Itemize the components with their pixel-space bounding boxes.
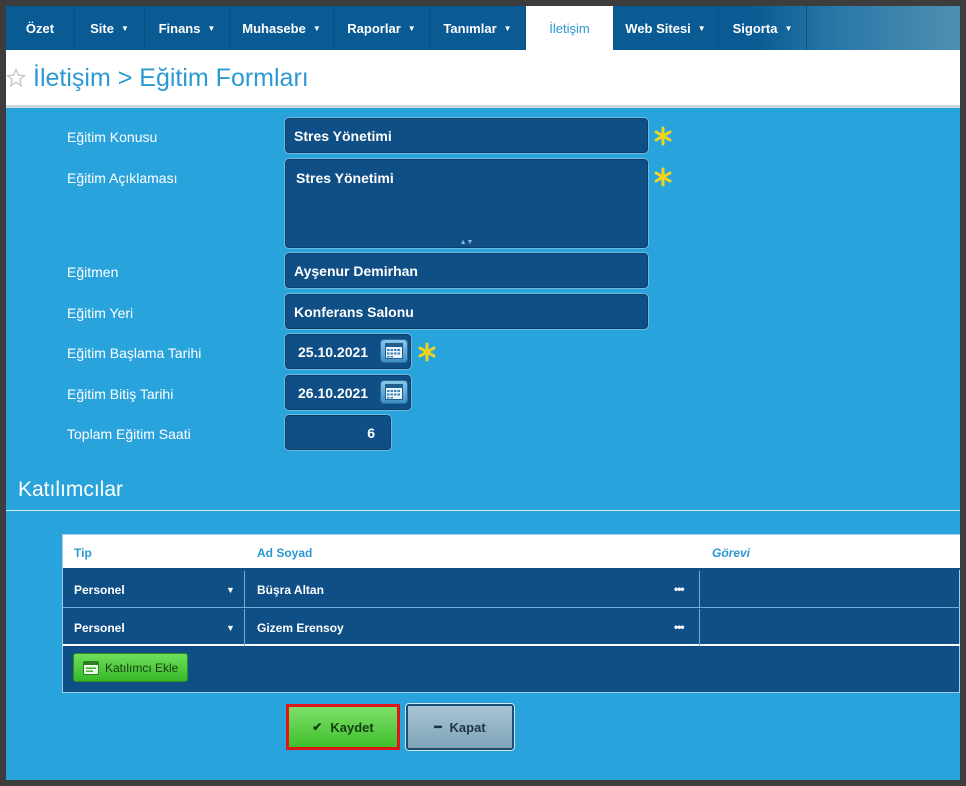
chevron-down-icon: ▼	[407, 23, 416, 33]
saat-label: Toplam Eğitim Saati	[67, 426, 191, 442]
participants-grid: Tip Ad Soyad Görevi Personel ▼ Büşra Alt…	[62, 534, 960, 693]
required-asterisk-icon	[418, 342, 436, 362]
ad-soyad-cell[interactable]: Gizem Erensoy	[257, 609, 657, 646]
nav-item-muhasebe[interactable]: Muhasebe ▼	[230, 6, 334, 50]
chevron-down-icon[interactable]: ▼	[226, 585, 235, 595]
more-options-icon[interactable]: •••	[674, 582, 685, 596]
nav-item-raporlar[interactable]: Raporlar ▼	[334, 6, 430, 50]
chevron-down-icon: ▼	[120, 23, 129, 33]
aciklama-textarea[interactable]: Stres Yönetimi ▲▼	[284, 158, 649, 249]
nav-item-iletisim[interactable]: İletişim	[526, 6, 613, 50]
nav-item-ozet[interactable]: Özet	[6, 6, 75, 50]
egitmen-label: Eğitmen	[67, 264, 119, 280]
title-bar: İletişim > Eğitim Formları	[6, 50, 960, 108]
chevron-down-icon: ▼	[503, 23, 512, 33]
section-title: Katılımcılar	[18, 478, 124, 501]
grid-header: Tip Ad Soyad Görevi	[63, 535, 960, 570]
nav-item-finans[interactable]: Finans ▼	[145, 6, 230, 50]
required-asterisk-icon	[654, 126, 672, 146]
nav-item-web-sitesi[interactable]: Web Sitesi ▼	[613, 6, 719, 50]
ad-soyad-cell[interactable]: Büşra Altan	[257, 571, 657, 608]
add-card-icon	[83, 660, 99, 675]
chevron-down-icon[interactable]: ▼	[226, 623, 235, 633]
add-participant-button[interactable]: Katılımcı Ekle	[73, 653, 188, 682]
tip-select[interactable]: Personel	[74, 609, 234, 646]
table-row: Personel ▼ Büşra Altan •••	[63, 571, 960, 608]
chevron-down-icon: ▼	[207, 23, 216, 33]
more-options-icon[interactable]: •••	[674, 620, 685, 634]
calendar-button[interactable]	[380, 339, 408, 363]
save-button[interactable]: ✔ Kaydet	[286, 704, 400, 750]
app-window: Özet Site ▼ Finans ▼ Muhasebe ▼ Raporlar ▼ T…	[6, 6, 960, 780]
resize-grip-icon[interactable]: ▲▼	[460, 239, 474, 246]
column-header-gorevi[interactable]: Görevi	[712, 546, 750, 560]
chevron-down-icon: ▼	[784, 23, 793, 33]
baslama-label: Eğitim Başlama Tarihi	[67, 345, 202, 361]
star-icon[interactable]	[6, 68, 26, 88]
nav-item-tanimlar[interactable]: Tanımlar ▼	[430, 6, 526, 50]
chevron-down-icon: ▼	[697, 23, 706, 33]
calendar-icon	[385, 343, 403, 359]
close-button[interactable]: ━ Kapat	[406, 704, 514, 750]
tip-select[interactable]: Personel	[74, 571, 234, 608]
top-navigation: Özet Site ▼ Finans ▼ Muhasebe ▼ Raporlar ▼ T…	[6, 6, 960, 50]
saat-input[interactable]: 6	[284, 414, 392, 451]
column-header-ad-soyad[interactable]: Ad Soyad	[257, 546, 312, 560]
nav-item-sigorta[interactable]: Sigorta ▼	[719, 6, 807, 50]
konu-input[interactable]: Stres Yönetimi	[284, 117, 649, 154]
egitmen-input[interactable]: Ayşenur Demirhan	[284, 252, 649, 289]
minus-icon: ━	[434, 720, 442, 734]
gorevi-cell[interactable]	[712, 571, 952, 608]
nav-item-site[interactable]: Site ▼	[75, 6, 145, 50]
yer-input[interactable]: Konferans Salonu	[284, 293, 649, 330]
checkmark-icon: ✔	[312, 720, 323, 734]
bitis-label: Eğitim Bitiş Tarihi	[67, 386, 174, 402]
calendar-button[interactable]	[380, 380, 408, 404]
yer-label: Eğitim Yeri	[67, 305, 134, 321]
gorevi-cell[interactable]	[712, 609, 952, 646]
page-title: İletişim > Eğitim Formları	[33, 64, 309, 92]
chevron-down-icon: ▼	[312, 23, 321, 33]
aciklama-label: Eğitim Açıklaması	[67, 170, 178, 186]
table-row: Personel ▼ Gizem Erensoy •••	[63, 609, 960, 646]
calendar-icon	[385, 384, 403, 400]
konu-label: Eğitim Konusu	[67, 129, 158, 145]
column-header-tip[interactable]: Tip	[74, 546, 92, 560]
divider	[6, 510, 960, 511]
required-asterisk-icon	[654, 167, 672, 187]
